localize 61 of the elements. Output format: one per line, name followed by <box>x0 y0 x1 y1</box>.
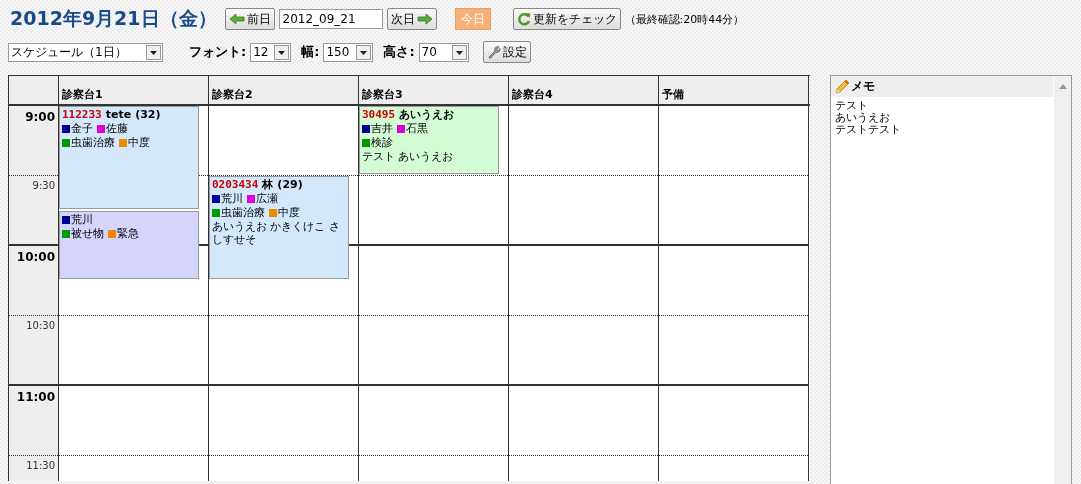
tag-label: 金子 <box>71 122 93 136</box>
pencil-icon <box>834 78 850 95</box>
appointment-card[interactable]: 0203434 林 (29) 荒川 広瀬 虫歯治療 中度 あいうえお かきくけこ さしすせそ <box>209 176 349 279</box>
right-arrow-icon <box>416 13 433 25</box>
patient-age: (29) <box>277 178 303 192</box>
settings-button[interactable]: 設定 <box>482 41 531 63</box>
time-label: 9:00 <box>9 106 58 176</box>
tag-label: 吉井 <box>371 122 393 136</box>
appointment-card[interactable]: 30495 あいうえお 吉井 石黒 検診 テスト あいうえお <box>359 106 499 174</box>
time-label: 10:00 <box>9 246 58 316</box>
patient-age: (32) <box>135 108 161 122</box>
patient-name: tete <box>105 108 132 122</box>
width-label: 幅: <box>301 43 320 61</box>
last-checked-text: （最終確認:20時44分） <box>624 11 745 27</box>
appointment-card[interactable]: 112233 tete (32) 金子 佐藤 虫歯治療 中度 <box>59 106 199 209</box>
tag-label: 検診 <box>371 136 393 150</box>
appointment-note: あいうえお かきくけこ さしすせそ <box>212 220 341 246</box>
patient-number: 30495 <box>362 108 396 122</box>
check-updates-button[interactable]: 更新をチェック <box>512 8 621 30</box>
tag-label: 佐藤 <box>106 122 128 136</box>
tag-label: 広瀬 <box>256 192 278 206</box>
memo-text[interactable]: テスト あいうえお テストテスト <box>831 97 1053 139</box>
height-select[interactable]: 70 <box>418 42 469 62</box>
wrench-icon <box>486 45 501 59</box>
height-label: 高さ: <box>383 43 415 61</box>
tag-label: 虫歯治療 <box>221 206 265 220</box>
column-header: 診察台3 <box>359 76 509 104</box>
scroll-up-arrow-icon <box>1058 84 1067 89</box>
time-label: 10:30 <box>9 316 58 386</box>
patient-number: 0203434 <box>212 178 259 192</box>
previous-day-button[interactable]: 前日 <box>224 8 275 30</box>
tag-label: 中度 <box>128 136 150 150</box>
tag-label: 荒川 <box>71 213 93 227</box>
tag-label: 虫歯治療 <box>71 136 115 150</box>
memo-title: メモ <box>851 78 875 95</box>
date-field[interactable]: 2012_09_21 <box>278 9 383 29</box>
refresh-icon <box>516 12 531 26</box>
column-header: 診察台4 <box>509 76 659 104</box>
font-size-select[interactable]: 12 <box>250 42 292 62</box>
font-label: フォント: <box>189 43 247 61</box>
scrollbar[interactable] <box>1054 76 1071 484</box>
time-label: 11:00 <box>9 386 58 456</box>
next-day-button[interactable]: 次日 <box>386 8 437 30</box>
time-label: 11:30 <box>9 456 58 481</box>
column-header: 予備 <box>659 76 809 104</box>
left-arrow-icon <box>228 13 245 25</box>
column-header: 診察台2 <box>209 76 359 104</box>
patient-name: あいうえお <box>399 108 455 122</box>
tag-label: 荒川 <box>221 192 243 206</box>
tag-label: 緊急 <box>117 227 139 241</box>
date-title: 2012年9月21日（金） <box>10 6 217 31</box>
patient-name: 林 <box>262 178 274 192</box>
appointment-note: テスト あいうえお <box>362 150 455 163</box>
view-select[interactable]: スケジュール（1日） <box>8 42 163 62</box>
column-header: 診察台1 <box>59 76 209 104</box>
appointment-card[interactable]: 荒川 被せ物 緊急 <box>59 211 199 279</box>
width-select[interactable]: 150 <box>323 42 374 62</box>
tag-label: 中度 <box>278 206 300 220</box>
tag-label: 石黒 <box>406 122 428 136</box>
patient-number: 112233 <box>62 108 102 122</box>
tag-label: 被せ物 <box>71 227 104 241</box>
